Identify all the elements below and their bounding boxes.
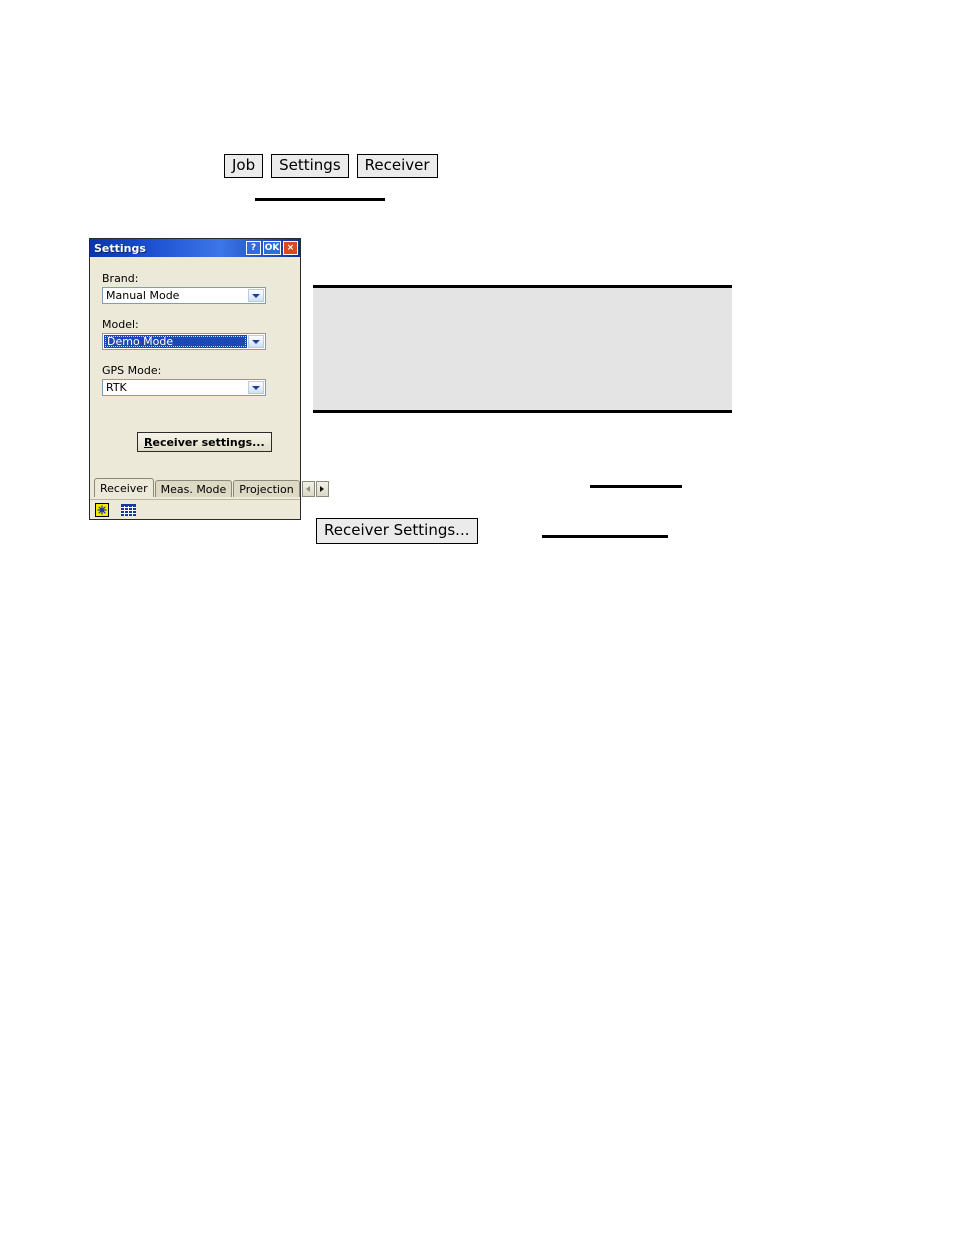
dialog-title: Settings <box>94 242 146 254</box>
chevron-down-icon[interactable] <box>248 289 264 302</box>
dialog-title-bar: Settings ? OK × <box>90 239 300 257</box>
field-group-model: Model: Demo Mode <box>102 319 266 350</box>
gps-mode-value: RTK <box>106 381 127 394</box>
doc-nav-button-settings[interactable]: Settings <box>271 154 349 178</box>
gps-mode-combobox[interactable]: RTK <box>102 379 266 396</box>
field-group-brand: Brand: Manual Mode <box>102 273 266 304</box>
tab-receiver[interactable]: Receiver <box>94 478 154 497</box>
tab-scroll-prev-button[interactable] <box>301 481 315 497</box>
model-label: Model: <box>102 318 139 331</box>
note-callout-block <box>313 285 732 413</box>
gps-mode-label: GPS Mode: <box>102 364 162 377</box>
redaction-rule-under-nav <box>255 198 385 201</box>
chevron-down-icon[interactable] <box>248 335 264 348</box>
settings-dialog-window: Settings ? OK × Brand: Manual Mode Model… <box>89 238 329 520</box>
tab-meas-mode[interactable]: Meas. Mode <box>154 480 233 497</box>
redaction-rule-right-lower <box>542 535 668 538</box>
brand-label: Brand: <box>102 272 139 285</box>
field-group-gps-mode: GPS Mode: RTK <box>102 365 266 396</box>
chevron-down-icon[interactable] <box>248 381 264 394</box>
tab-scroll-group <box>301 481 331 497</box>
receiver-settings-accel: R <box>144 435 153 449</box>
brand-value: Manual Mode <box>106 289 180 302</box>
redaction-rule-right-upper <box>590 485 682 488</box>
model-combobox[interactable]: Demo Mode <box>102 333 266 350</box>
keyboard-icon[interactable] <box>121 503 136 516</box>
brightness-icon[interactable] <box>95 502 109 517</box>
triangle-right-icon <box>320 486 325 492</box>
receiver-settings-button[interactable]: Receiver settings... <box>137 432 272 452</box>
tab-scroll-next-button[interactable] <box>315 481 329 497</box>
dialog-tab-strip: Receiver Meas. Mode Projection <box>90 478 329 497</box>
tab-projection[interactable]: Projection <box>233 480 300 497</box>
dialog-client-area: Brand: Manual Mode Model: Demo Mode GPS … <box>90 257 329 519</box>
receiver-settings-label: eceiver settings... <box>152 435 265 449</box>
ok-button[interactable]: OK <box>263 241 281 255</box>
doc-nav-button-receiver[interactable]: Receiver <box>356 154 438 178</box>
dialog-title-button-group: ? OK × <box>246 241 298 255</box>
doc-nav-button-job[interactable]: Job <box>224 154 264 178</box>
note-callout-text <box>313 288 732 304</box>
close-icon[interactable]: × <box>283 241 298 255</box>
triangle-left-icon <box>306 486 311 492</box>
brand-combobox[interactable]: Manual Mode <box>102 287 266 304</box>
doc-nav-button-row: Job Settings Receiver <box>224 154 438 178</box>
help-button[interactable]: ? <box>246 241 261 255</box>
dialog-status-bar <box>90 499 300 519</box>
model-value: Demo Mode <box>104 335 247 348</box>
doc-button-receiver-settings[interactable]: Receiver Settings... <box>316 518 478 544</box>
